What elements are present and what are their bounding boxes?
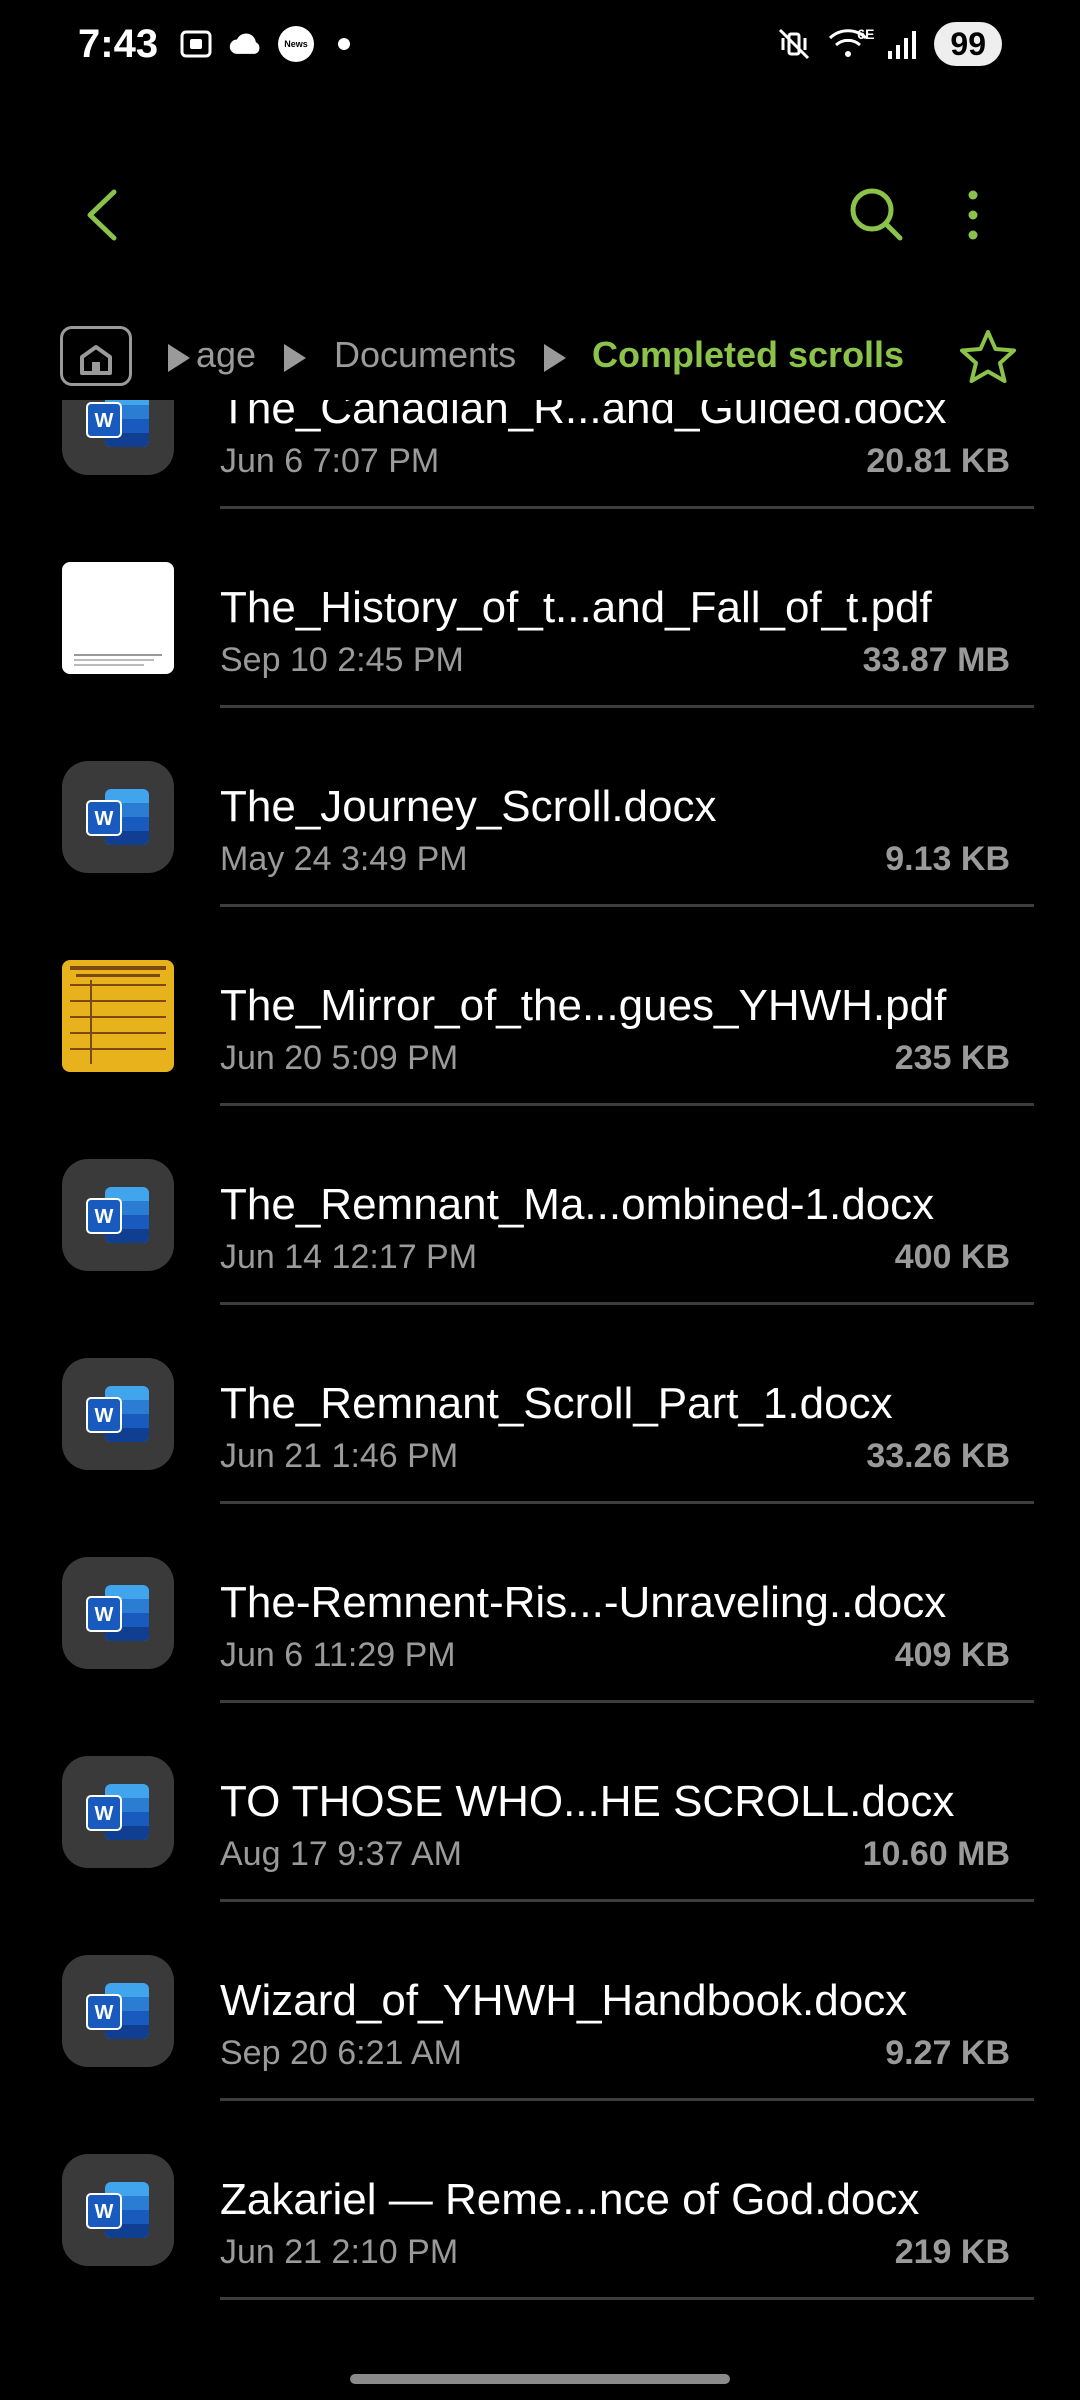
svg-text:W: W [95,1405,114,1427]
file-date: Sep 20 6:21 AM [220,2034,462,2072]
file-size: 9.13 KB [885,840,1010,878]
file-size: 10.60 MB [862,1835,1010,1873]
file-size: 20.81 KB [866,442,1010,480]
file-size: 235 KB [894,1039,1010,1077]
signal-icon [884,26,920,62]
breadcrumb-item-current[interactable]: Completed scrolls [592,334,904,376]
word-doc-icon: W [62,761,174,873]
file-size: 33.87 MB [862,641,1010,679]
pdf-thumbnail [62,960,174,1072]
file-date: Jun 6 7:07 PM [220,442,440,480]
file-row[interactable]: The_Mirror_of_the...gues_YHWH.pdf Jun 20 … [0,907,1080,1106]
home-icon [80,345,112,375]
status-bar: 7:43 News 6E 99 [0,0,1080,90]
file-row[interactable]: W The_Remnant_Scroll_Part_1.docx Jun 21 1:… [0,1305,1080,1504]
more-options-button[interactable] [948,180,998,250]
home-button[interactable] [60,326,132,386]
file-date: Aug 17 9:37 AM [220,1835,462,1873]
file-date: Sep 10 2:45 PM [220,641,464,679]
file-name: The_History_of_t...and_Fall_of_t.pdf [220,583,932,632]
breadcrumb-arrow-icon [284,344,306,372]
file-list[interactable]: W The_Canadian_R...and_Guided.docx Jun 6 7… [0,400,1080,2340]
file-size: 409 KB [894,1636,1010,1674]
more-vert-icon [968,190,978,240]
pdf-thumbnail [62,562,174,674]
status-right-icons: 6E 99 [776,22,1002,66]
favorite-button[interactable] [956,326,1020,390]
word-doc-icon: W [62,1756,174,1868]
mute-vibrate-icon [776,26,812,62]
svg-text:W: W [95,410,114,432]
news-icon: News [278,26,314,62]
search-button[interactable] [842,180,912,250]
file-size: 400 KB [894,1238,1010,1276]
word-doc-icon: W [62,400,174,475]
file-name: The_Remnant_Scroll_Part_1.docx [220,1379,893,1428]
file-date: Jun 6 11:29 PM [220,1636,456,1674]
breadcrumb-arrow-icon [544,344,566,372]
svg-text:W: W [95,808,114,830]
file-row[interactable]: W The_Journey_Scroll.docx May 24 3:49 PM 9.… [0,708,1080,907]
file-name: TO THOSE WHO...HE SCROLL.docx [220,1777,955,1826]
file-size: 33.26 KB [866,1437,1010,1475]
search-icon [850,188,903,241]
file-size: 9.27 KB [885,2034,1010,2072]
svg-text:W: W [95,1604,114,1626]
svg-text:W: W [95,2002,114,2024]
news-icon-label: News [284,39,308,49]
file-date: Jun 20 5:09 PM [220,1039,459,1077]
cloud-icon [228,26,264,62]
file-row[interactable]: W Zakariel — Reme...nce of God.docx Jun 21… [0,2101,1080,2300]
file-name: The-Remnent-Ris...-Unraveling..docx [220,1578,947,1627]
file-row[interactable]: W Wizard_of_YHWH_Handbook.docx Sep 20 6:21… [0,1902,1080,2101]
svg-text:W: W [95,1803,114,1825]
svg-text:W: W [95,1206,114,1228]
file-row[interactable]: W TO THOSE WHO...HE SCROLL.docx Aug 17 9:3… [0,1703,1080,1902]
gesture-home-bar[interactable] [350,2374,730,2384]
back-arrow-icon [87,189,117,241]
word-doc-icon: W [62,1955,174,2067]
word-doc-icon: W [62,1358,174,1470]
breadcrumb-item-documents[interactable]: Documents [334,334,516,376]
file-name: Zakariel — Reme...nce of God.docx [220,2175,920,2224]
network-type-label: 6E [857,26,875,42]
file-name: Wizard_of_YHWH_Handbook.docx [220,1976,908,2025]
breadcrumb-arrow-icon [168,344,190,372]
file-row[interactable]: W The_Canadian_R...and_Guided.docx Jun 6 7… [0,400,1080,509]
file-name: The_Journey_Scroll.docx [220,782,717,831]
toolbar [0,170,1080,260]
file-name: The_Remnant_Ma...ombined-1.docx [220,1180,935,1229]
file-name: The_Canadian_R...and_Guided.docx [220,400,947,433]
file-date: May 24 3:49 PM [220,840,468,878]
status-time: 7:43 [78,22,159,66]
screenshot-icon [178,26,214,62]
file-row[interactable]: W The_Remnant_Ma...ombined-1.docx Jun 14 1… [0,1106,1080,1305]
dot-icon [338,38,350,50]
file-date: Jun 21 2:10 PM [220,2233,459,2271]
word-doc-icon: W [62,1159,174,1271]
svg-text:W: W [95,2201,114,2223]
file-date: Jun 21 1:46 PM [220,1437,459,1475]
word-doc-icon: W [62,1557,174,1669]
breadcrumb: age Documents Completed scrolls [0,320,1080,400]
row-divider [220,2297,1034,2300]
file-date: Jun 14 12:17 PM [220,1238,478,1276]
file-row[interactable]: The_History_of_t...and_Fall_of_t.pdf Sep … [0,509,1080,708]
wifi-icon: 6E [826,26,874,62]
breadcrumb-item-storage[interactable]: age [196,334,256,376]
word-doc-icon: W [62,2154,174,2266]
battery-indicator: 99 [934,22,1002,66]
back-button[interactable] [70,180,140,250]
star-icon [960,330,1016,383]
file-row[interactable]: W The-Remnent-Ris...-Unraveling..docx Jun … [0,1504,1080,1703]
status-left-icons: News [178,26,350,62]
file-size: 219 KB [894,2233,1010,2271]
file-name: The_Mirror_of_the...gues_YHWH.pdf [220,981,947,1030]
